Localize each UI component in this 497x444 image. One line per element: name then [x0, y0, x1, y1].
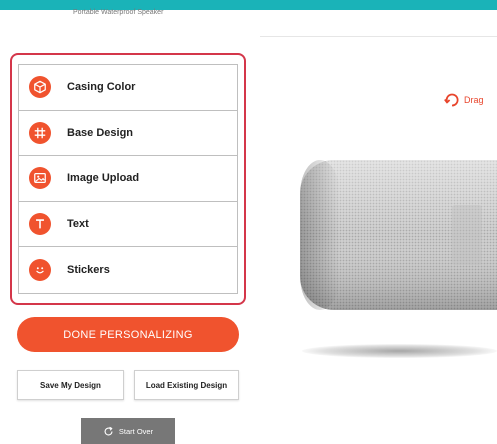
menu-item-label: Casing Color: [67, 81, 136, 94]
load-design-button[interactable]: Load Existing Design: [134, 370, 239, 400]
start-over-label: Start Over: [118, 426, 154, 436]
menu-item-base-design[interactable]: Base Design: [19, 111, 237, 157]
customization-menu: Casing Color Base Design Image Upload Te…: [18, 64, 238, 294]
refresh-icon: [104, 426, 113, 435]
menu-item-label: Stickers: [67, 264, 110, 277]
header-divider: [260, 36, 497, 37]
menu-item-stickers[interactable]: Stickers: [19, 247, 237, 293]
cube-icon: [29, 76, 51, 99]
menu-item-label: Base Design: [67, 126, 134, 139]
rotate-icon: [444, 93, 459, 107]
menu-item-casing-color[interactable]: Casing Color: [19, 65, 237, 111]
drag-hint-label: Drag: [464, 95, 484, 105]
smiley-icon: [29, 259, 51, 282]
customization-menu-panel: Casing Color Base Design Image Upload Te…: [10, 53, 246, 305]
product-subtitle: Portable Waterproof Speaker: [73, 9, 164, 16]
text-icon: [29, 213, 51, 236]
done-personalizing-button[interactable]: DONE PERSONALIZING: [17, 317, 239, 352]
menu-item-image-upload[interactable]: Image Upload: [19, 156, 237, 202]
drag-hint: Drag: [444, 92, 484, 108]
image-icon: [29, 167, 51, 190]
grid-icon: [29, 121, 51, 144]
speaker-preview[interactable]: [297, 160, 497, 360]
speaker-image: [300, 160, 497, 310]
menu-item-label: Image Upload: [67, 172, 140, 185]
menu-item-text[interactable]: Text: [19, 202, 237, 248]
start-over-button[interactable]: Start Over: [81, 418, 175, 444]
save-design-button[interactable]: Save My Design: [17, 370, 124, 400]
menu-item-label: Text: [67, 218, 89, 231]
